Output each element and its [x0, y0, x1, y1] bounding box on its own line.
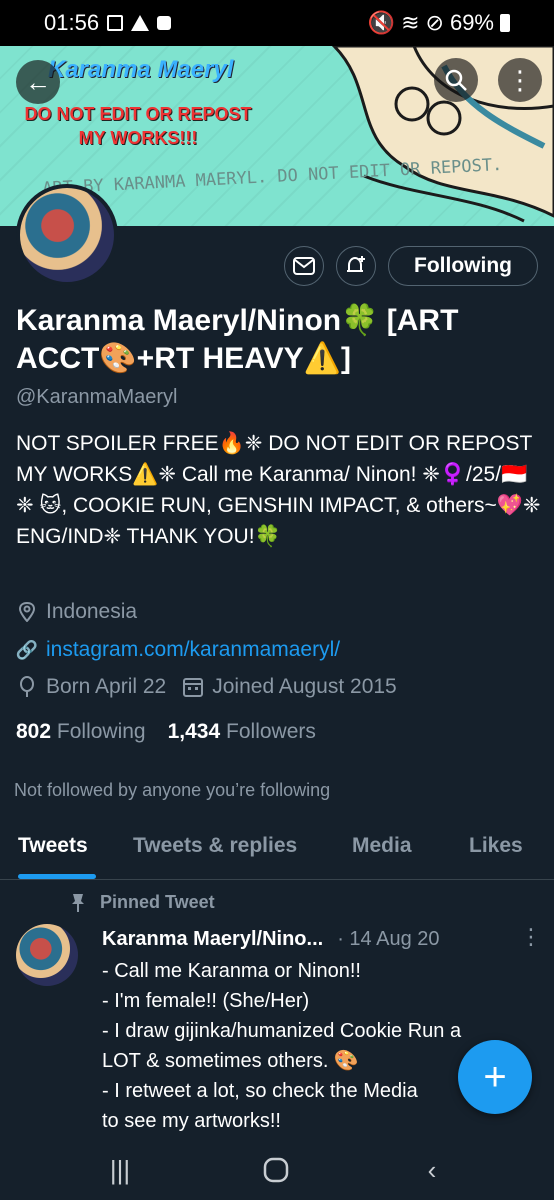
location-row: Indonesia — [16, 600, 137, 624]
more-vertical-icon: ⋮ — [520, 924, 542, 949]
tweet-author[interactable]: Karanma Maeryl/Nino... — [102, 928, 323, 951]
follow-counts: 802 Following 1,434 Followers — [16, 720, 316, 744]
pin-icon — [72, 893, 84, 912]
following-count: 802 — [16, 720, 52, 743]
tweet-more-button[interactable]: ⋮ — [520, 924, 542, 950]
back-button[interactable]: ← — [16, 60, 60, 104]
balloon-icon — [16, 676, 38, 698]
gallery-notification-icon — [107, 15, 124, 31]
alert-notification-icon — [131, 15, 150, 31]
profile-bio: NOT SPOILER FREE🔥❈ DO NOT EDIT OR REPOST… — [16, 432, 541, 548]
mail-icon — [293, 257, 315, 275]
followers-count: 1,434 — [167, 720, 221, 743]
search-icon — [445, 69, 467, 91]
following-count-link[interactable]: 802 Following — [16, 720, 146, 744]
profile-handle: @KaranmaMaeryl — [16, 386, 178, 408]
tab-tweets-replies[interactable]: Tweets & replies — [133, 834, 297, 858]
home-icon — [263, 1157, 289, 1183]
tweet-line: - Call me Karanma or Ninon!! — [102, 960, 361, 982]
tweet-header: Karanma Maeryl/Nino... · 14 Aug 20 — [102, 928, 542, 951]
website-row: 🔗 instagram.com/karanmamaeryl/ — [16, 638, 340, 662]
tweet-date: · 14 Aug 20 — [337, 928, 440, 950]
app-notification-icon — [157, 16, 172, 30]
wifi-icon: ≋ — [401, 10, 420, 35]
tweet-line: - I'm female!! (She/Her) — [102, 990, 310, 1012]
banner-warning: DO NOT EDIT OR REPOST MY WORKS!!! — [24, 104, 252, 148]
mutual-followers-note: Not followed by anyone you’re following — [14, 780, 331, 800]
dnd-icon: ⊘ — [425, 10, 444, 35]
tab-tweets[interactable]: Tweets — [18, 834, 88, 858]
followers-count-link[interactable]: 1,434 Followers — [168, 720, 316, 744]
system-nav-bar: ||| ‹ — [0, 1140, 554, 1200]
search-button[interactable] — [434, 58, 478, 102]
recents-icon: ||| — [109, 1154, 131, 1185]
display-name: Karanma Maeryl/Ninon🍀 [ART ACCT🎨+RT HEAV… — [16, 304, 459, 375]
more-options-button[interactable]: ⋮ — [498, 58, 542, 102]
profile-avatar[interactable] — [16, 184, 118, 286]
tab-media[interactable]: Media — [352, 834, 412, 858]
tweet-line: - I draw gijinka/humanized Cookie Run a — [102, 1020, 462, 1042]
following-label: Following — [56, 720, 146, 743]
bell-plus-icon — [347, 256, 365, 272]
dates-row: Born April 22 Joined August 2015 — [16, 675, 397, 699]
banner-title: Karanma Maeryl — [48, 56, 234, 83]
active-tab-indicator — [18, 874, 96, 879]
system-back-button[interactable]: ‹ — [412, 1152, 452, 1188]
birthday-text: Born April 22 — [46, 675, 167, 698]
tweet-body[interactable]: - Call me Karanma or Ninon!! - I'm femal… — [102, 956, 532, 1136]
status-time: 01:56 — [44, 10, 100, 35]
battery-percent: 69% — [449, 10, 494, 35]
plus-icon: + — [483, 1054, 507, 1099]
chevron-left-icon: ‹ — [427, 1154, 437, 1185]
back-arrow-icon: ← — [25, 66, 51, 97]
link-icon: 🔗 — [15, 639, 39, 660]
pinned-label: Pinned Tweet — [70, 892, 215, 913]
notifications-button[interactable] — [336, 246, 376, 286]
home-button[interactable] — [256, 1152, 296, 1188]
more-vertical-icon: ⋮ — [507, 64, 533, 95]
website-link[interactable]: instagram.com/karanmamaeryl/ — [46, 638, 340, 662]
message-button[interactable] — [284, 246, 324, 286]
tab-likes[interactable]: Likes — [469, 834, 523, 858]
pinned-text: Pinned Tweet — [100, 892, 215, 912]
location-pin-icon — [16, 601, 38, 623]
battery-icon — [500, 14, 510, 32]
joined-text: Joined August 2015 — [212, 675, 397, 698]
status-bar: 01:56 🔇 ≋ ⊘ 69% — [0, 0, 554, 46]
location-text: Indonesia — [46, 600, 138, 623]
profile-tabs: Tweets Tweets & replies Media Likes — [0, 820, 554, 880]
following-button[interactable]: Following — [388, 246, 538, 286]
tweet-line: to see my artworks!! — [102, 1110, 281, 1132]
compose-tweet-button[interactable]: + — [458, 1040, 532, 1114]
mute-icon: 🔇 — [367, 10, 396, 35]
tweet-avatar[interactable] — [16, 924, 78, 986]
followers-label: Followers — [226, 720, 316, 743]
recents-button[interactable]: ||| — [100, 1152, 140, 1188]
calendar-icon — [182, 676, 204, 698]
